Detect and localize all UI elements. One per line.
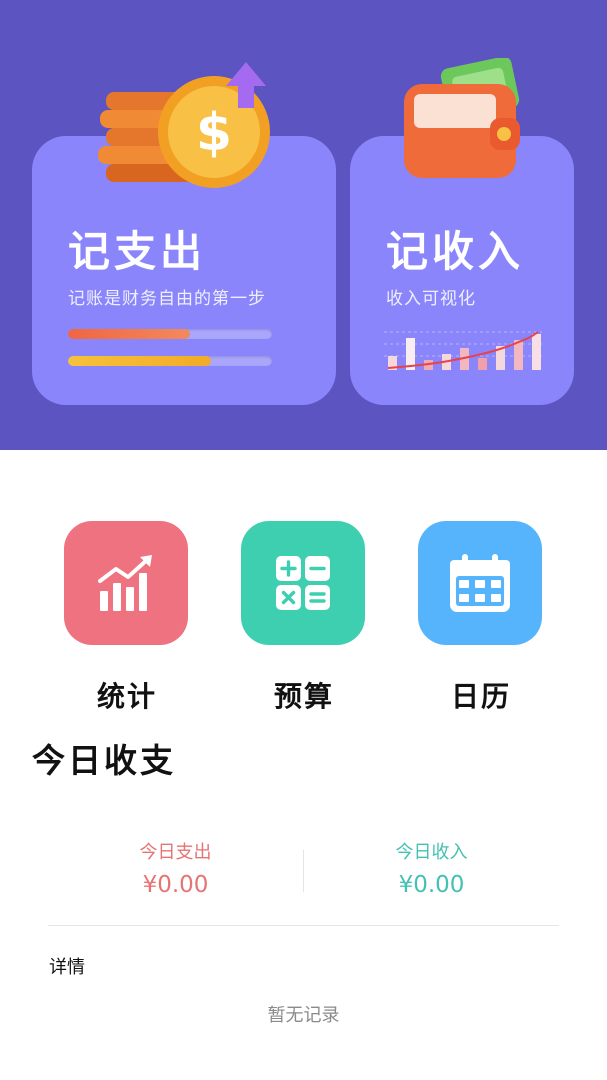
shortcut-statistics[interactable]: 统计 — [64, 521, 190, 715]
budget-tile[interactable] — [241, 521, 365, 645]
mini-trend-chart-icon — [384, 331, 542, 370]
today-income-label: 今日收入 — [395, 842, 468, 863]
chart-icon — [98, 555, 152, 611]
budget-label: 预算 — [273, 680, 334, 713]
record-income-subtitle: 收入可视化 — [386, 289, 476, 309]
shortcut-calendar[interactable]: 日历 — [418, 521, 544, 715]
today-expense[interactable]: 今日支出 ¥0.00 — [48, 838, 303, 898]
statistics-label: 统计 — [96, 680, 157, 713]
calendar-label: 日历 — [450, 680, 511, 713]
svg-text:$: $ — [196, 103, 232, 163]
record-income-title: 记收入 — [386, 227, 525, 276]
progress-bar — [68, 356, 272, 366]
today-summary-title: 今日收支 — [32, 741, 176, 780]
shortcut-row: 统计 预算 日历 — [0, 521, 607, 713]
record-expense-title: 记支出 — [68, 227, 207, 276]
calendar-icon — [450, 554, 510, 612]
calendar-tile[interactable] — [418, 521, 542, 645]
details-label: 详情 — [49, 957, 85, 978]
today-expense-value: ¥0.00 — [142, 872, 209, 898]
statistics-tile[interactable] — [64, 521, 188, 645]
coins-illustration-icon: $ — [98, 62, 270, 188]
divider — [48, 925, 559, 926]
today-income[interactable]: 今日收入 ¥0.00 — [304, 838, 559, 898]
progress-fill — [68, 329, 191, 339]
today-summary: 今日支出 ¥0.00 今日收入 ¥0.00 — [48, 838, 559, 898]
wallet-illustration-icon — [404, 58, 520, 178]
today-income-value: ¥0.00 — [398, 872, 465, 898]
progress-bar — [68, 329, 272, 339]
progress-fill — [68, 356, 211, 366]
today-expense-label: 今日支出 — [139, 842, 212, 863]
shortcut-budget[interactable]: 预算 — [241, 521, 367, 715]
calculator-icon — [276, 556, 330, 610]
record-expense-subtitle: 记账是财务自由的第一步 — [68, 289, 266, 309]
empty-records-text: 暂无记录 — [267, 1005, 340, 1026]
header-banner: 记支出 记账是财务自由的第一步 记收入 收入可视化 $ — [0, 0, 607, 450]
